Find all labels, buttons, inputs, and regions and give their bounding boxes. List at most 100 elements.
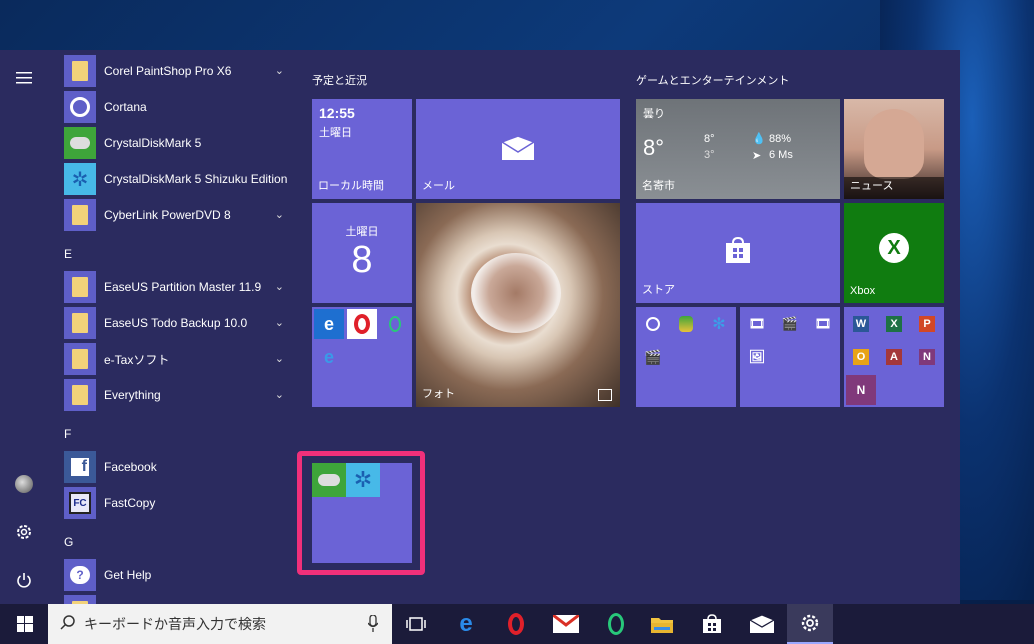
weather-low: 3° xyxy=(704,149,715,161)
tile-label: フォト xyxy=(422,388,455,400)
tile-label: メール xyxy=(422,180,455,192)
app-label: e-Taxソフト xyxy=(104,352,170,367)
calendar-day: 土曜日 xyxy=(345,226,379,238)
app-item-powerdvd[interactable]: CyberLink PowerDVD 8 ⌄ xyxy=(64,197,294,233)
news-photo xyxy=(864,109,924,179)
clapper-icon: 🎬 xyxy=(644,348,662,365)
tile-label: ニュース xyxy=(850,180,894,192)
powerpoint-icon: P xyxy=(912,309,942,339)
tile-label: ストア xyxy=(642,284,675,296)
edge-icon: e xyxy=(314,309,344,339)
clock-tile[interactable]: 12:55 土曜日 ローカル時間 xyxy=(312,99,412,199)
search-box[interactable] xyxy=(48,604,392,644)
mail-tile[interactable]: メール xyxy=(416,99,620,199)
fastcopy-icon: FC xyxy=(64,487,96,519)
clock-time: 12:55 xyxy=(319,105,355,121)
app-label: Get Help xyxy=(104,568,152,582)
xbox-icon: X xyxy=(879,233,909,263)
app-item-next[interactable] xyxy=(64,593,294,604)
app-item-cortana[interactable]: Cortana xyxy=(64,89,294,125)
browser-folder-tile[interactable]: e e xyxy=(312,307,412,407)
mail-icon xyxy=(500,135,536,165)
settings-taskbar-icon[interactable] xyxy=(787,604,833,644)
onenote-icon: N xyxy=(912,342,942,372)
app-item-corel[interactable]: Corel PaintShop Pro X6 ⌄ xyxy=(64,53,294,89)
news-tile[interactable]: ニュース xyxy=(844,99,944,199)
app-icon: 🎞 xyxy=(748,316,766,331)
hamburger-icon[interactable] xyxy=(8,62,40,94)
store-tile[interactable]: ストア xyxy=(636,203,840,303)
app-label: Everything xyxy=(104,388,161,402)
group-title-entertainment[interactable]: ゲームとエンターテインメント xyxy=(636,72,789,88)
start-button[interactable] xyxy=(2,604,48,644)
power-icon[interactable] xyxy=(8,564,40,596)
app-label: CrystalDiskMark 5 xyxy=(104,136,202,150)
wind-icon: ➤ xyxy=(752,150,762,162)
mail-taskbar-icon[interactable] xyxy=(739,604,785,644)
app-item-crystaldiskmark-shizuku[interactable]: ✲ CrystalDiskMark 5 Shizuku Edition xyxy=(64,161,294,197)
opera-icon xyxy=(347,309,377,339)
app-item-crystaldiskmark[interactable]: CrystalDiskMark 5 xyxy=(64,125,294,161)
photo-tile[interactable]: フォト xyxy=(416,203,620,407)
app-item-facebook[interactable]: f Facebook xyxy=(64,449,294,485)
search-icon xyxy=(60,614,76,635)
group-title-schedule[interactable]: 予定と近況 xyxy=(312,72,367,88)
gmail-taskbar-icon[interactable] xyxy=(543,604,589,644)
weather-high: 8° xyxy=(704,133,715,145)
app-list[interactable]: Corel PaintShop Pro X6 ⌄ Cortana Crystal… xyxy=(48,50,296,604)
tools-folder-tile[interactable]: ✻ 🎬 xyxy=(636,307,736,407)
task-view-icon[interactable] xyxy=(393,604,439,644)
coffee-cup-image xyxy=(471,253,561,333)
store-taskbar-icon[interactable] xyxy=(689,604,735,644)
opera-gx-icon xyxy=(380,309,410,339)
edge-taskbar-icon[interactable]: e xyxy=(443,604,489,644)
onenote-large-icon: N xyxy=(846,375,876,405)
folder-icon xyxy=(64,199,96,231)
chevron-down-icon[interactable]: ⌄ xyxy=(275,208,284,221)
folder-icon xyxy=(64,307,96,339)
weather-tile[interactable]: 曇り 8° 8° 3° 💧 88% ➤ 6 Ms 名寄市 xyxy=(636,99,840,199)
crystaldiskmark-shizuku-icon: ✲ xyxy=(64,163,96,195)
user-avatar[interactable] xyxy=(8,468,40,500)
microphone-icon[interactable] xyxy=(367,614,379,638)
app-label: EaseUS Partition Master 11.9 xyxy=(104,280,262,294)
app-icon: ✻ xyxy=(712,316,726,333)
weather-condition: 曇り xyxy=(643,108,665,120)
tile-label: Xbox xyxy=(850,285,876,297)
chevron-down-icon[interactable]: ⌄ xyxy=(275,388,284,401)
chevron-down-icon[interactable]: ⌄ xyxy=(275,64,284,77)
cortana-icon xyxy=(64,91,96,123)
opera-taskbar-icon[interactable] xyxy=(493,604,539,644)
app-label: EaseUS Todo Backup 10.0 xyxy=(104,316,248,330)
app-item-etax[interactable]: e-Taxソフト ⌄ xyxy=(64,341,294,377)
taskbar: e xyxy=(0,604,1034,644)
app-item-everything[interactable]: Everything ⌄ xyxy=(64,377,294,413)
office-folder-tile[interactable]: W X P O A N N xyxy=(844,307,944,407)
app-item-easeus-backup[interactable]: EaseUS Todo Backup 10.0 ⌄ xyxy=(64,305,294,341)
start-rail xyxy=(0,50,48,604)
file-explorer-icon[interactable] xyxy=(639,604,685,644)
app-item-fastcopy[interactable]: FC FastCopy xyxy=(64,485,294,521)
folder-icon xyxy=(64,343,96,375)
app-icon: 🖼 xyxy=(748,349,766,364)
app-item-get-help[interactable]: ? Get Help xyxy=(64,557,294,593)
folder-icon xyxy=(64,595,96,604)
chevron-down-icon[interactable]: ⌄ xyxy=(275,280,284,293)
search-input[interactable] xyxy=(84,616,344,632)
section-letter-e[interactable]: E xyxy=(64,247,72,261)
store-bag-icon xyxy=(724,236,752,269)
section-letter-f[interactable]: F xyxy=(64,427,71,441)
start-menu: Corel PaintShop Pro X6 ⌄ Cortana Crystal… xyxy=(0,50,960,604)
app-item-easeus-partition[interactable]: EaseUS Partition Master 11.9 ⌄ xyxy=(64,269,294,305)
weather-wind: 6 Ms xyxy=(769,149,793,161)
calendar-tile[interactable]: 土曜日 8 xyxy=(312,203,412,303)
xbox-tile[interactable]: X Xbox xyxy=(844,203,944,303)
media-folder-tile[interactable]: 🎞 🎬 🎞 🖼 xyxy=(740,307,840,407)
chevron-down-icon[interactable]: ⌄ xyxy=(275,316,284,329)
section-letter-g[interactable]: G xyxy=(64,535,73,549)
settings-gear-icon[interactable] xyxy=(8,516,40,548)
chevron-down-icon[interactable]: ⌄ xyxy=(275,352,284,365)
outlook-icon: O xyxy=(846,342,876,372)
opera-gx-taskbar-icon[interactable] xyxy=(593,604,639,644)
weather-humidity: 88% xyxy=(769,133,792,145)
